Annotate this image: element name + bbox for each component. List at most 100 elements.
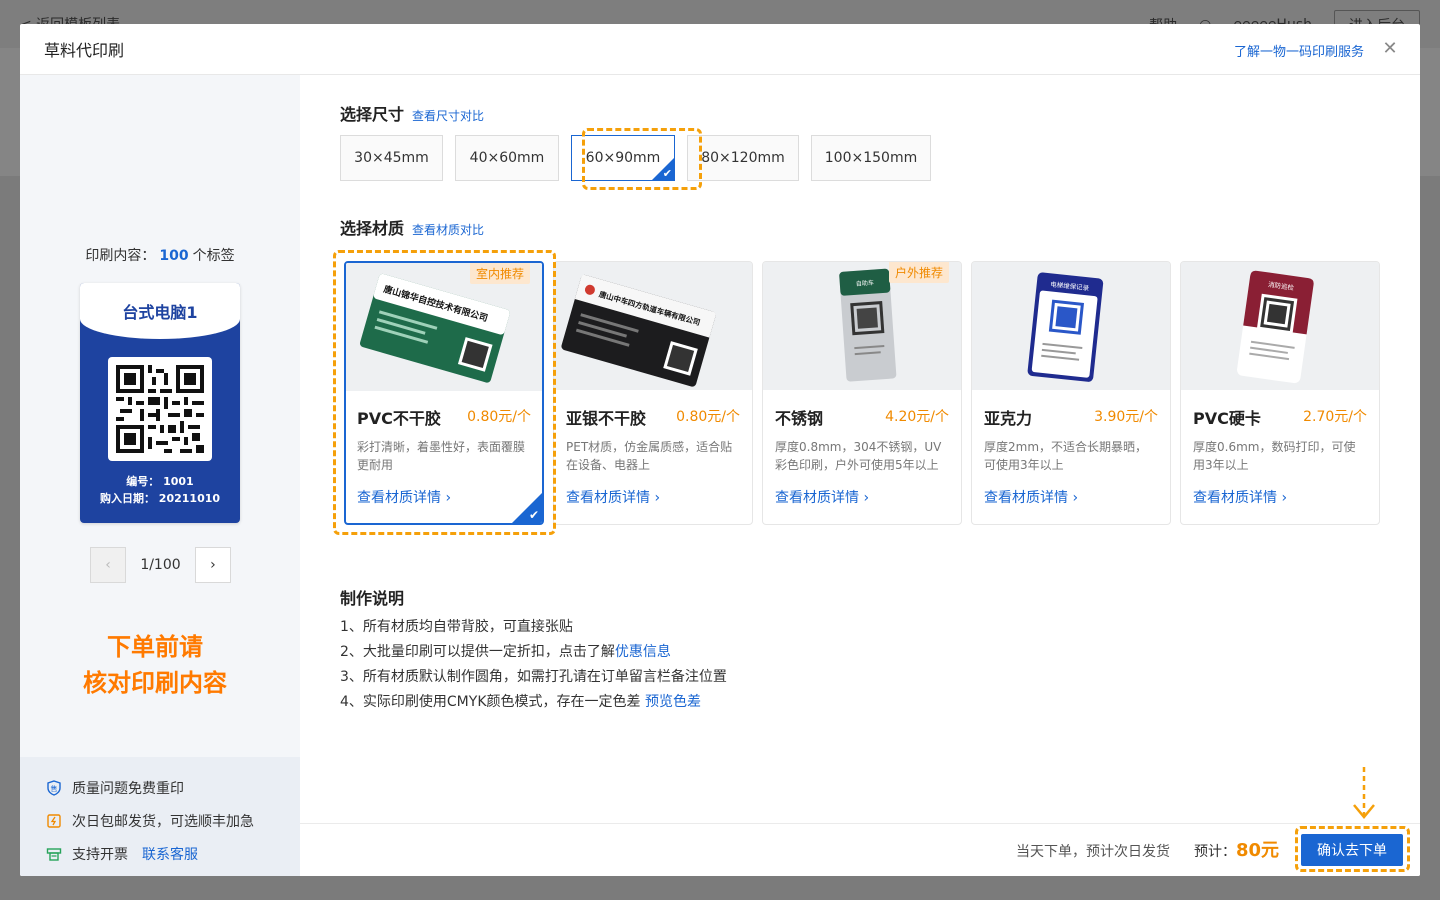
next-page-button[interactable]: ›	[194, 547, 231, 583]
guarantee-item: 次日包邮发货，可选顺丰加急	[46, 804, 300, 837]
check-icon: ✔	[662, 167, 672, 180]
preview-color-link[interactable]: 预览色差	[645, 694, 701, 710]
material-image: 自助车 户外推荐	[763, 262, 961, 390]
material-price: 0.80元/个	[467, 409, 531, 425]
material-card-pvc-sticker[interactable]: 唐山锦华自控技术有限公司 室内推荐 PVC不干胶 0.80元/个 彩打清晰，着墨…	[344, 261, 544, 525]
steel-image-text: 自助车	[856, 279, 875, 288]
check-content-warning: 下单前请 核对印刷内容	[20, 629, 290, 701]
label-header: 台式电脑1	[80, 283, 240, 339]
confirm-order-button[interactable]: 确认去下单	[1301, 834, 1403, 866]
material-card-silver-sticker[interactable]: 唐山中车四方轨道车辆有限公司 亚银不干胶 0.80元/个 PET材质，仿金属质感…	[553, 261, 753, 525]
contact-support-link[interactable]: 联系客服	[142, 844, 198, 864]
material-detail-link[interactable]: 查看材质详情 ›	[357, 487, 451, 507]
prev-page-button[interactable]: ‹	[90, 547, 126, 583]
invoice-icon	[46, 846, 62, 862]
size-option-60x90[interactable]: 60×90mm ✔	[571, 135, 675, 181]
material-desc: 厚度0.6mm，数码打印，可使用3年以上	[1193, 440, 1356, 472]
chevron-right-icon: ›	[210, 557, 216, 573]
note-line: 4、实际印刷使用CMYK颜色模式，存在一定色差 预览色差	[340, 690, 727, 715]
arrow-down-icon	[1353, 767, 1375, 819]
material-section-title: 选择材质 查看材质对比	[340, 215, 484, 239]
material-detail-link[interactable]: 查看材质详情 ›	[775, 487, 869, 507]
pvc-card-image: 消防巡检	[1181, 262, 1379, 390]
guarantee-text: 质量问题免费重印	[72, 780, 184, 797]
label-preview: 台式电脑1 编号： 1001 购入日期： 20211010	[80, 283, 240, 523]
material-desc: PET材质，仿金属质感，适合贴在设备、电器上	[566, 440, 733, 472]
size-option-100x150[interactable]: 100×150mm	[811, 135, 931, 181]
material-price: 2.70元/个	[1303, 409, 1367, 425]
label-info: 编号： 1001 购入日期： 20211010	[80, 473, 240, 507]
qr-code-icon	[108, 357, 212, 461]
guarantee-text: 支持开票	[72, 846, 128, 863]
material-options: 唐山锦华自控技术有限公司 室内推荐 PVC不干胶 0.80元/个 彩打清晰，着墨…	[344, 261, 1380, 525]
size-option-80x120[interactable]: 80×120mm	[687, 135, 799, 181]
silver-sticker-image: 唐山中车四方轨道车辆有限公司	[554, 262, 752, 390]
modal-title: 草料代印刷	[44, 41, 125, 60]
total-label: 预计：	[1194, 844, 1236, 860]
note-line-text: 4、实际印刷使用CMYK颜色模式，存在一定色差	[340, 694, 641, 710]
material-name: PVC不干胶	[357, 409, 441, 428]
warning-line-1: 下单前请	[107, 633, 203, 661]
print-order-modal: 草料代印刷 了解一物一码印刷服务 ✕ 印刷内容： 100 个标签 台式电脑1 编…	[20, 24, 1420, 876]
label-code-line: 编号： 1001	[126, 475, 194, 488]
size-option-label: 30×45mm	[354, 150, 429, 166]
close-icon[interactable]: ✕	[1380, 39, 1400, 59]
material-name: 亚银不干胶	[566, 409, 647, 428]
material-detail-link[interactable]: 查看材质详情 ›	[566, 487, 660, 507]
note-line: 1、所有材质均自带背胶，可直接张贴	[340, 619, 573, 635]
order-footer: 当天下单，预计次日发货 预计：80元 确认去下单	[300, 823, 1420, 876]
material-detail-link[interactable]: 查看材质详情 ›	[1193, 487, 1287, 507]
material-price: 3.90元/个	[1094, 409, 1158, 425]
delivery-icon	[46, 813, 62, 829]
size-option-40x60[interactable]: 40×60mm	[455, 135, 559, 181]
options-panel: 选择尺寸 查看尺寸对比 30×45mm 40×60mm 60×90mm ✔ 80×…	[300, 75, 1420, 876]
material-image: 消防巡检	[1181, 262, 1379, 390]
material-detail-link[interactable]: 查看材质详情 ›	[984, 487, 1078, 507]
material-name: 亚克力	[984, 409, 1033, 428]
print-content-count: 印刷内容： 100 个标签	[20, 245, 300, 265]
size-compare-link[interactable]: 查看尺寸对比	[412, 109, 484, 123]
material-card-stainless-steel[interactable]: 自助车 户外推荐 不锈钢 4.20元/个 厚度0.8mm，304不锈钢，UV彩色…	[762, 261, 962, 525]
discount-info-link[interactable]: 优惠信息	[615, 644, 671, 660]
material-compare-link[interactable]: 查看材质对比	[412, 223, 484, 237]
size-option-label: 40×60mm	[469, 150, 545, 166]
preview-pager: ‹ 1/100 ›	[90, 547, 231, 583]
print-count-number: 100	[159, 248, 189, 264]
material-image: 电梯维保记录	[972, 262, 1170, 390]
material-name: PVC硬卡	[1193, 409, 1261, 428]
print-count-prefix: 印刷内容：	[85, 248, 156, 264]
material-price: 0.80元/个	[676, 409, 740, 425]
material-badge: 户外推荐	[888, 262, 949, 283]
material-desc: 厚度0.8mm，304不锈钢，UV彩色印刷，户外可使用5年以上	[775, 440, 942, 472]
total-amount: 80元	[1236, 840, 1280, 861]
material-card-pvc-hard-card[interactable]: 消防巡检 PVC硬卡 2.70元/个 厚度0.6mm，数码打印，可使用3年以上 …	[1180, 261, 1380, 525]
print-service-link[interactable]: 了解一物一码印刷服务	[1234, 41, 1364, 60]
guarantee-text: 次日包邮发货，可选顺丰加急	[72, 813, 254, 830]
svg-text:售: 售	[51, 784, 58, 793]
material-card-acrylic[interactable]: 电梯维保记录 亚克力 3.90元/个 厚度2mm，不适合长期暴晒，可使用3年以上…	[971, 261, 1171, 525]
check-icon: ✔	[528, 508, 539, 522]
shield-icon: 售	[46, 779, 62, 796]
material-image: 唐山中车四方轨道车辆有限公司	[554, 262, 752, 390]
page-indicator: 1/100	[140, 557, 181, 573]
material-name: 不锈钢	[775, 409, 824, 428]
production-notes: 1、所有材质均自带背胶，可直接张贴 2、大批量印刷可以提供一定折扣，点击了解优惠…	[340, 615, 727, 715]
chevron-left-icon: ‹	[105, 557, 111, 573]
notes-title: 制作说明	[340, 589, 405, 608]
material-desc: 彩打清晰，着墨性好，表面覆膜更耐用	[357, 440, 526, 472]
delivery-note: 当天下单，预计次日发货	[1016, 844, 1170, 860]
size-title: 选择尺寸	[340, 105, 405, 124]
size-option-30x45[interactable]: 30×45mm	[340, 135, 443, 181]
guarantee-item: 售 质量问题免费重印	[46, 771, 300, 804]
material-image: 唐山锦华自控技术有限公司 室内推荐	[346, 263, 542, 391]
material-title: 选择材质	[340, 219, 405, 238]
note-line-text: 2、大批量印刷可以提供一定折扣，点击了解	[340, 644, 615, 660]
note-line: 3、所有材质默认制作圆角，如需打孔请在订单留言栏备注位置	[340, 669, 727, 685]
preview-panel: 印刷内容： 100 个标签 台式电脑1 编号： 1001 购入日期： 20211…	[20, 75, 300, 876]
size-options: 30×45mm 40×60mm 60×90mm ✔ 80×120mm 100×1…	[340, 135, 931, 181]
material-price: 4.20元/个	[885, 409, 949, 425]
label-date-line: 购入日期： 20211010	[99, 492, 221, 505]
size-section-title: 选择尺寸 查看尺寸对比	[340, 101, 484, 125]
size-option-label: 60×90mm	[585, 150, 661, 166]
note-line: 2、大批量印刷可以提供一定折扣，点击了解优惠信息	[340, 640, 727, 665]
